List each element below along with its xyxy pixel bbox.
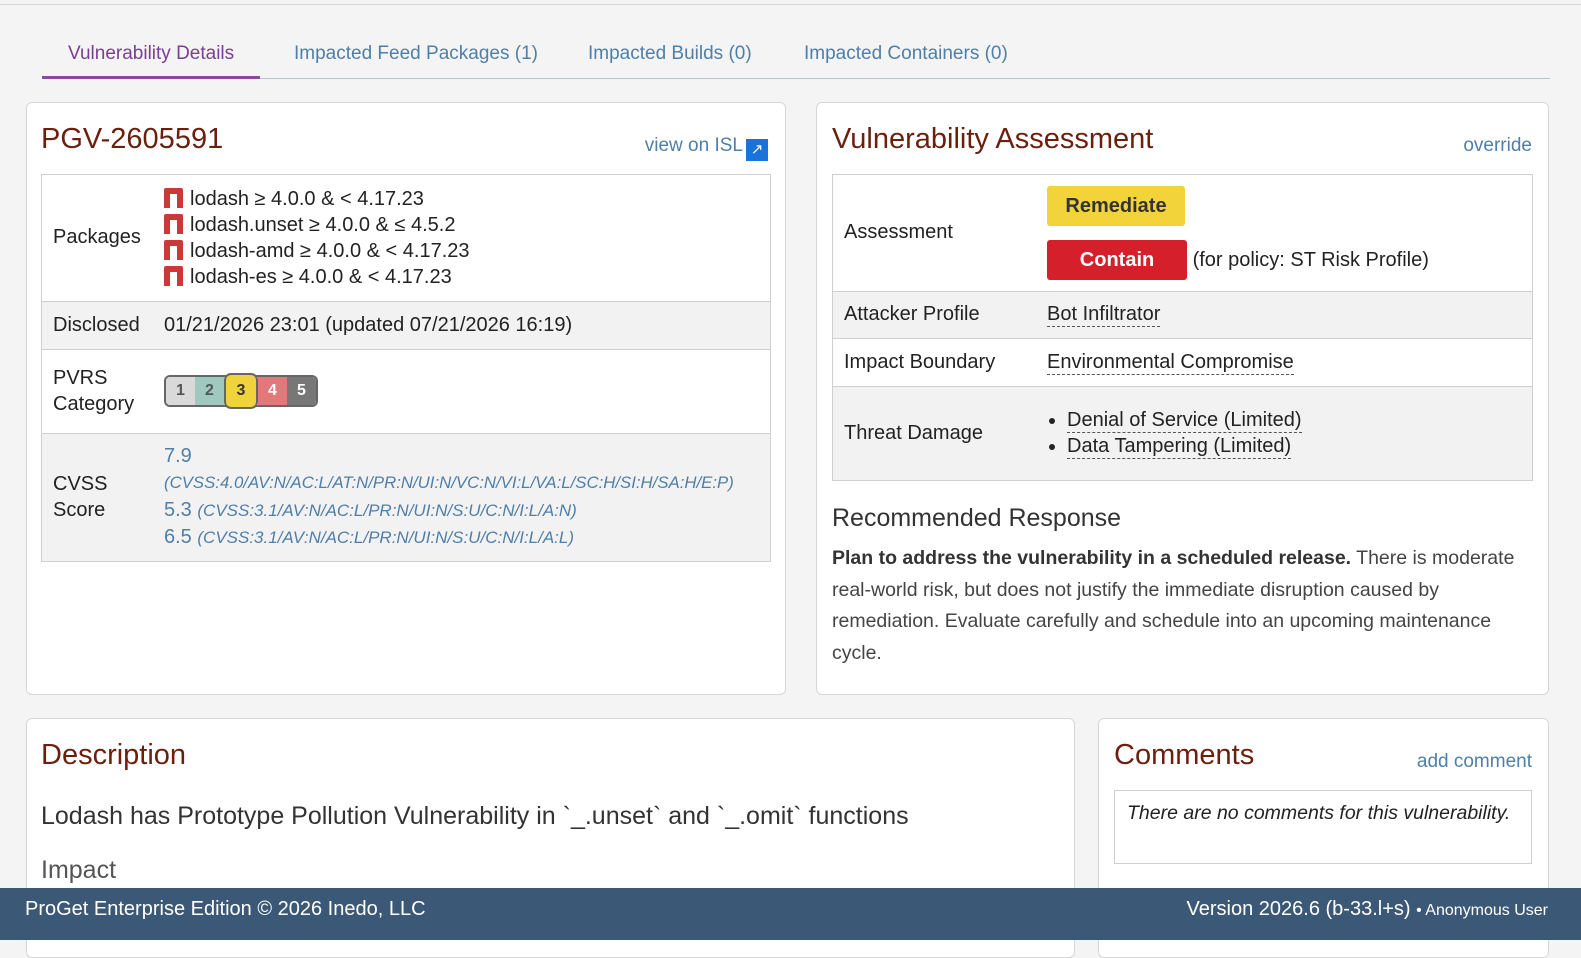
pvrs-label-line1: PVRS [53, 367, 108, 389]
comments-empty-message: There are no comments for this vulnerabi… [1114, 790, 1532, 864]
disclosed-label: Disclosed [42, 300, 163, 349]
threat-damage-label: Threat Damage [833, 385, 1046, 480]
impact-boundary-row: Impact Boundary Environmental Compromise [833, 337, 1532, 386]
package-item[interactable]: lodash-es ≥ 4.0.0 & < 4.17.23 [164, 264, 769, 290]
policy-note: (for policy: ST Risk Profile) [1192, 248, 1429, 271]
tab-impacted-containers[interactable]: Impacted Containers (0) [778, 30, 1034, 78]
cvss-row: CVSS Score 7.9 (CVSS:4.0/AV:N/AC:L/AT:N/… [42, 432, 770, 561]
cvss-vector: (CVSS:4.0/AV:N/AC:L/AT:N/PR:N/UI:N/VC:N/… [164, 473, 734, 493]
cvss-score: 7.9 [164, 444, 192, 467]
recommended-response-text: Plan to address the vulnerability in a s… [832, 543, 1534, 669]
cvss-label-line1: CVSS [53, 473, 108, 496]
npm-icon [164, 239, 183, 260]
top-divider [0, 4, 1581, 5]
vulnerability-details-table: Packages lodash ≥ 4.0.0 & < 4.17.23 loda… [41, 174, 771, 562]
remediate-badge: Remediate [1047, 185, 1185, 226]
cvss-values: 7.9 (CVSS:4.0/AV:N/AC:L/AT:N/PR:N/UI:N/V… [163, 432, 770, 561]
cvss-entry-vector[interactable]: (CVSS:4.0/AV:N/AC:L/AT:N/PR:N/UI:N/VC:N/… [164, 469, 769, 497]
npm-icon [164, 187, 183, 208]
attacker-profile-value[interactable]: Bot Infiltrator [1047, 303, 1161, 327]
package-range: lodash ≥ 4.0.0 & < 4.17.23 [190, 187, 424, 210]
cvss-entry[interactable]: 5.3 (CVSS:3.1/AV:N/AC:L/PR:N/UI:N/S:U/C:… [164, 497, 769, 525]
view-on-isl-label: view on ISL [644, 135, 743, 156]
assessment-label: Assessment [844, 221, 953, 244]
package-range: lodash-amd ≥ 4.0.0 & < 4.17.23 [190, 239, 470, 262]
description-headline: Lodash has Prototype Pollution Vulnerabi… [41, 802, 909, 830]
threat-item: Denial of Service (Limited) [1067, 407, 1531, 434]
pvrs-scale: 1 2 3 4 5 [164, 373, 318, 409]
packages-label: Packages [53, 226, 141, 249]
package-range: lodash.unset ≥ 4.0.0 & ≤ 4.5.2 [190, 213, 456, 236]
disclosed-row: Disclosed 01/21/2026 23:01 (updated 07/2… [42, 300, 770, 349]
external-link-icon: ↗ [746, 139, 768, 161]
tab-impacted-builds[interactable]: Impacted Builds (0) [562, 30, 778, 78]
description-title: Description [41, 739, 187, 771]
assessment-table: Assessment Remediate Contain (for policy… [832, 174, 1533, 481]
cvss-label: CVSS Score [42, 432, 163, 561]
cvss-label-line2: Score [53, 499, 106, 522]
vulnerability-id: PGV-2605591 [41, 123, 224, 155]
package-item[interactable]: lodash.unset ≥ 4.0.0 & ≤ 4.5.2 [164, 212, 769, 238]
contain-badge: Contain [1047, 239, 1187, 280]
tab-vulnerability-details[interactable]: Vulnerability Details [42, 30, 261, 79]
assessment-value: Remediate Contain (for policy: ST Risk P… [1046, 175, 1532, 291]
tab-impacted-feed-packages[interactable]: Impacted Feed Packages (1) [268, 30, 564, 78]
vulnerability-assessment-card: Vulnerability Assessment override Assess… [816, 102, 1549, 695]
cvss-vector: (CVSS:3.1/AV:N/AC:L/PR:N/UI:N/S:U/C:N/I:… [197, 528, 575, 548]
footer-version-info: Version 2026.6 (b-33.l+s) • Anonymous Us… [1187, 898, 1548, 921]
recommended-response-bold: Plan to address the vulnerability in a s… [832, 547, 1352, 569]
cvss-score: 5.3 [164, 498, 192, 521]
cvss-score: 6.5 [164, 526, 192, 549]
footer: ProGet Enterprise Edition © 2026 Inedo, … [0, 888, 1581, 940]
vulnerability-details-card: PGV-2605591 view on ISL ↗ Packages lodash… [26, 102, 786, 695]
description-impact-heading: Impact [41, 856, 117, 884]
tab-bar: Vulnerability Details Impacted Feed Pack… [42, 30, 1550, 79]
cvss-entry[interactable]: 7.9 [164, 443, 769, 470]
package-item[interactable]: lodash-amd ≥ 4.0.0 & < 4.17.23 [164, 238, 769, 264]
assessment-title: Vulnerability Assessment [832, 123, 1154, 155]
recommended-response-title: Recommended Response [832, 504, 1122, 532]
assessment-row: Assessment Remediate Contain (for policy… [833, 175, 1532, 291]
impact-boundary-value[interactable]: Environmental Compromise [1047, 350, 1294, 375]
pvrs-label-line2: Category [53, 393, 135, 415]
impact-boundary-label: Impact Boundary [833, 337, 1046, 386]
threat-item: Data Tampering (Limited) [1067, 433, 1531, 460]
npm-icon [164, 265, 183, 286]
pvrs-level-5: 5 [287, 377, 316, 405]
pvrs-level-1: 1 [166, 377, 195, 405]
packages-list: lodash ≥ 4.0.0 & < 4.17.23 lodash.unset … [163, 175, 770, 301]
package-item[interactable]: lodash ≥ 4.0.0 & < 4.17.23 [164, 186, 769, 212]
footer-user[interactable]: • Anonymous User [1416, 902, 1548, 919]
cvss-vector: (CVSS:3.1/AV:N/AC:L/PR:N/UI:N/S:U/C:N/I:… [197, 500, 577, 520]
npm-icon [164, 213, 183, 234]
cvss-entry[interactable]: 6.5 (CVSS:3.1/AV:N/AC:L/PR:N/UI:N/S:U/C:… [164, 524, 769, 552]
attacker-profile-label: Attacker Profile [833, 290, 1046, 338]
threat-damage-list: Denial of Service (Limited) Data Tamperi… [1047, 407, 1531, 460]
threat-denial-of-service[interactable]: Denial of Service (Limited) [1067, 409, 1302, 434]
threat-damage-row: Threat Damage Denial of Service (Limited… [833, 385, 1532, 480]
comments-title: Comments [1114, 739, 1255, 771]
packages-row: Packages lodash ≥ 4.0.0 & < 4.17.23 loda… [42, 175, 770, 301]
package-range: lodash-es ≥ 4.0.0 & < 4.17.23 [190, 265, 452, 288]
footer-copyright: ProGet Enterprise Edition © 2026 Inedo, … [25, 898, 426, 920]
pvrs-level-3-selected: 3 [224, 373, 258, 409]
threat-data-tampering[interactable]: Data Tampering (Limited) [1067, 435, 1292, 460]
add-comment-link[interactable]: add comment [1417, 751, 1532, 773]
disclosed-value: 01/21/2026 23:01 (updated 07/21/2026 16:… [163, 300, 770, 349]
view-on-isl-link[interactable]: view on ISL ↗ [645, 135, 768, 161]
pvrs-label: PVRS Category [42, 348, 163, 433]
pvrs-value: 1 2 3 4 5 [163, 348, 770, 433]
footer-version[interactable]: Version 2026.6 (b-33.l+s) [1187, 898, 1411, 920]
override-link[interactable]: override [1463, 135, 1532, 157]
pvrs-level-2: 2 [195, 377, 224, 405]
pvrs-level-4: 4 [258, 377, 287, 405]
pvrs-row: PVRS Category 1 2 3 4 5 [42, 348, 770, 433]
attacker-profile-row: Attacker Profile Bot Infiltrator [833, 290, 1532, 338]
